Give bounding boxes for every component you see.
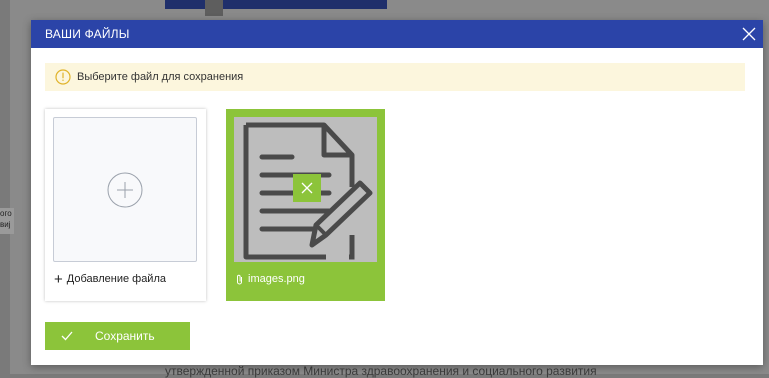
file-name: images.png bbox=[248, 273, 305, 285]
modal-title: ВАШИ ФАЙЛЫ bbox=[45, 27, 130, 41]
remove-file-button[interactable] bbox=[293, 174, 321, 202]
check-icon bbox=[61, 331, 73, 341]
notice-banner: Выберите файл для сохранения bbox=[45, 63, 745, 91]
paperclip-icon bbox=[237, 274, 242, 284]
close-icon bbox=[301, 182, 313, 194]
save-label: Сохранить bbox=[95, 329, 155, 343]
save-button[interactable]: Сохранить bbox=[45, 322, 190, 350]
background-block bbox=[205, 0, 223, 16]
background-header-strip bbox=[165, 0, 387, 9]
close-button[interactable] bbox=[735, 20, 763, 48]
add-file-tile[interactable]: + Добавление файла bbox=[45, 109, 206, 301]
file-caption: images.png bbox=[236, 273, 305, 285]
file-thumbnail bbox=[234, 117, 377, 262]
close-icon bbox=[742, 27, 756, 41]
background-bottom-text: утвержденной приказом Министра здравоохр… bbox=[165, 364, 597, 378]
notice-text: Выберите файл для сохранения bbox=[77, 71, 244, 83]
files-modal: ВАШИ ФАЙЛЫ Выберите файл для сохранения … bbox=[31, 20, 763, 365]
add-file-caption[interactable]: + Добавление файла bbox=[54, 270, 166, 288]
add-file-label: Добавление файла bbox=[66, 273, 166, 285]
add-file-dropzone[interactable] bbox=[53, 117, 197, 262]
info-icon bbox=[55, 69, 71, 85]
modal-header: ВАШИ ФАЙЛЫ bbox=[31, 20, 763, 48]
plus-circle-icon bbox=[107, 172, 143, 207]
file-tile[interactable]: images.png bbox=[226, 109, 385, 301]
plus-icon: + bbox=[54, 270, 63, 288]
background-side-text: ого виј bbox=[0, 208, 14, 234]
